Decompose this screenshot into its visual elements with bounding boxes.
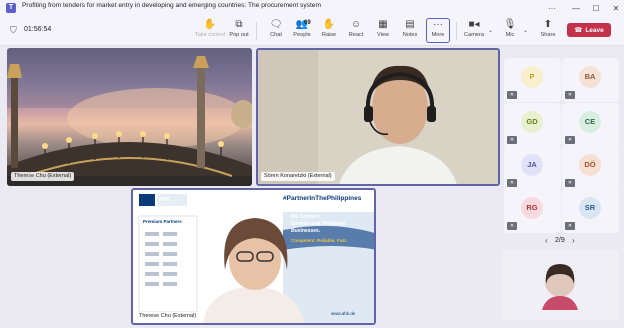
avatar: P: [521, 66, 543, 88]
slide-tagline: German and Philippine: [291, 221, 346, 227]
ellipsis-icon[interactable]: ···: [540, 0, 564, 16]
participant-tile[interactable]: SR ✕: [562, 189, 619, 233]
participant-name-tag: Therese Chu (External): [136, 312, 200, 321]
people-icon: 👥: [295, 19, 309, 30]
mic-off-icon: ✕: [507, 91, 517, 99]
take-control-button[interactable]: ✋ Take control: [195, 18, 225, 44]
people-button[interactable]: 👥 People: [288, 18, 316, 44]
participant-tile[interactable]: RG ✕: [504, 189, 561, 233]
react-button[interactable]: ☺ React: [342, 18, 370, 44]
window-title: Profiting from tenders for market entry …: [22, 2, 322, 9]
mic-off-icon: ✕: [565, 222, 575, 230]
next-page-chevron-icon[interactable]: ›: [572, 236, 575, 245]
avatar: SR: [579, 197, 601, 219]
participant-video: [258, 50, 498, 184]
participant-tile[interactable]: DÖ ✕: [562, 146, 619, 190]
slide-tagline: We Connect: [291, 214, 320, 220]
avatar: JA: [521, 154, 543, 176]
avatar: GD: [521, 111, 543, 133]
smiley-icon: ☺: [350, 19, 362, 30]
mic-off-icon: ✕: [507, 222, 517, 230]
raise-hand-button[interactable]: ✋ Raise: [315, 18, 343, 44]
pop-out-button[interactable]: ⧉ Pop out: [225, 18, 253, 44]
slide-brand-title: #PartnerInThePhilippines: [283, 195, 362, 202]
participant-name-tag: Sören Konaretzki (External): [261, 172, 335, 181]
roster-page-indicator: 2/9: [555, 237, 565, 244]
phone-hangup-icon: ☎: [574, 27, 583, 34]
people-count-badge: 69: [304, 20, 311, 26]
title-bar: T Profiting from tenders for market entr…: [0, 0, 624, 16]
avatar: CE: [579, 111, 601, 133]
more-button[interactable]: ··· More: [424, 18, 452, 44]
meeting-timer: 01:56:54: [24, 26, 52, 33]
mic-off-icon: ✕: [565, 136, 575, 144]
camera-button[interactable]: ■◂ Camera: [460, 18, 488, 44]
camera-icon: ■◂: [468, 19, 480, 30]
avatar: DÖ: [579, 154, 601, 176]
close-button[interactable]: ✕: [604, 0, 624, 16]
participant-tile[interactable]: GD ✕: [504, 103, 561, 147]
avatar: RG: [521, 197, 543, 219]
leave-button[interactable]: ☎ Leave: [567, 23, 611, 37]
self-video: [542, 264, 578, 310]
self-view-tile[interactable]: [502, 250, 619, 320]
previous-page-chevron-icon[interactable]: ‹: [545, 236, 548, 245]
notes-button[interactable]: ▤ Notes: [396, 18, 424, 44]
mic-off-icon: 🎙: [503, 19, 517, 30]
view-button[interactable]: ▦ View: [369, 18, 397, 44]
slide-url: www.ahk.de: [331, 311, 356, 316]
participant-tile[interactable]: CE ✕: [562, 103, 619, 147]
slide-tagline: Businesses.: [291, 228, 321, 234]
teams-meeting-window: T Profiting from tenders for market entr…: [0, 0, 624, 328]
raise-hand-icon: ✋: [322, 19, 336, 30]
chat-button[interactable]: 🗨 Chat: [262, 18, 290, 44]
hand-icon: ✋: [203, 19, 217, 30]
participant-tile[interactable]: JA ✕: [504, 146, 561, 190]
chat-icon: 🗨: [269, 19, 283, 30]
participant-name-tag: Therese Chu (External): [11, 172, 75, 181]
participant-tile[interactable]: BA ✕: [562, 58, 619, 102]
slide-partners-heading: Premium Partners: [143, 219, 182, 224]
more-icon: ···: [433, 19, 443, 30]
shared-presentation: [133, 190, 374, 323]
video-tile-therese-presentation[interactable]: AHK #PartnerInThePhilippines Premium Par…: [131, 188, 376, 325]
share-icon: ⬆: [543, 19, 553, 30]
video-tile-therese-background[interactable]: Therese Chu (External): [7, 48, 252, 186]
view-icon: ▦: [378, 19, 388, 30]
mic-off-icon: ✕: [507, 136, 517, 144]
video-tile-soren[interactable]: Sören Konaretzki (External): [256, 48, 500, 186]
mic-off-icon: ✕: [565, 179, 575, 187]
mic-button[interactable]: 🎙 Mic: [496, 18, 524, 44]
notes-icon: ▤: [405, 19, 415, 30]
shield-icon: ⛉: [10, 25, 17, 35]
teams-app-icon: T: [6, 3, 16, 13]
mic-off-icon: ✕: [565, 91, 575, 99]
slide-org-logo: AHK: [159, 197, 170, 203]
pop-out-icon: ⧉: [235, 19, 243, 30]
participant-tile[interactable]: P ✕: [504, 58, 561, 102]
slide-subline: Competent. Reliable. Fast.: [291, 238, 348, 243]
mic-off-icon: ✕: [507, 179, 517, 187]
avatar: BA: [579, 66, 601, 88]
share-button[interactable]: ⬆ Share: [534, 18, 562, 44]
paris-bridge-image: [7, 48, 252, 186]
